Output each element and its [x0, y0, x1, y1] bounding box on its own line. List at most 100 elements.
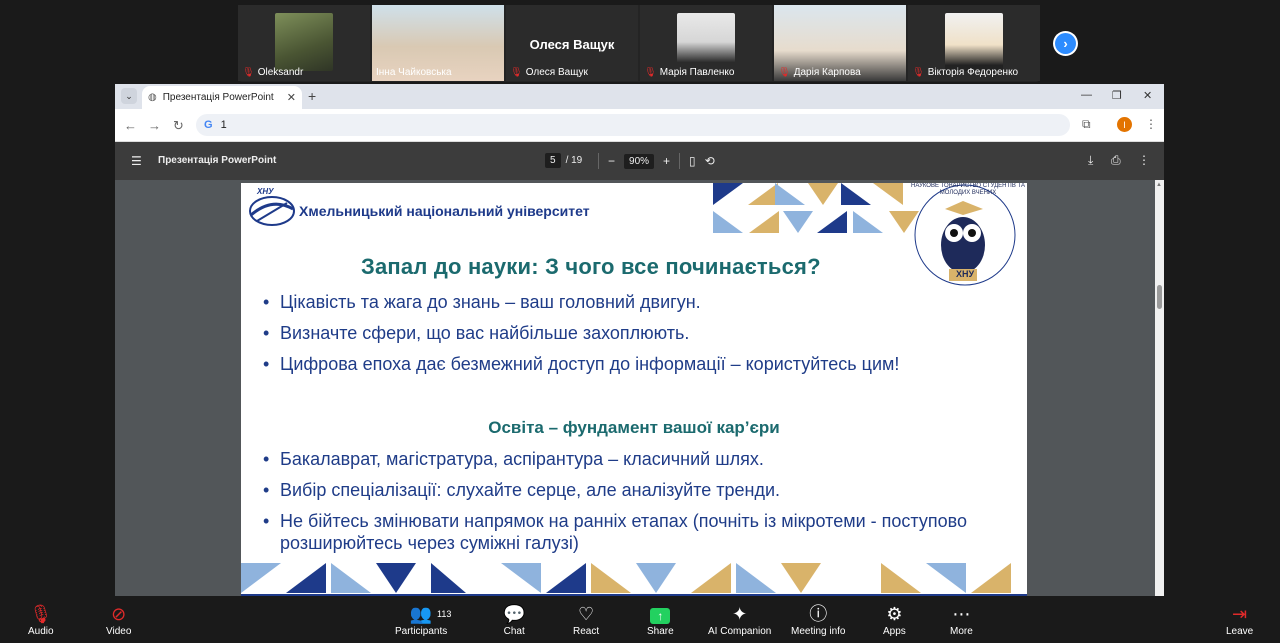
- zoom-out-icon[interactable]: −: [608, 154, 615, 168]
- leave-button[interactable]: ⇥ Leave: [1226, 602, 1253, 637]
- participant-name: Марія Павленко: [659, 67, 735, 78]
- more-dots-icon: ⋯: [952, 604, 971, 624]
- pdf-title: Презентація PowerPoint: [158, 155, 277, 166]
- info-icon: ⓘ: [809, 604, 828, 624]
- back-icon[interactable]: ←: [124, 118, 137, 133]
- participant-tile[interactable]: 🎙 Вікторія Федоренко: [908, 5, 1040, 81]
- share-screen-icon: ↑: [650, 602, 671, 626]
- bullet-item: Не бійтесь змінювати напрямок на ранніх …: [263, 510, 997, 554]
- participant-tile[interactable]: Олеся Ващук 🎙 Олеся Ващук: [506, 5, 638, 81]
- hamburger-menu-icon[interactable]: ☰: [131, 154, 142, 168]
- participant-name: Вікторія Федоренко: [927, 67, 1019, 78]
- maximize-icon[interactable]: ❐: [1112, 89, 1122, 102]
- participant-tile[interactable]: 🎙 Марія Павленко: [640, 5, 772, 81]
- participant-video: [945, 13, 1003, 71]
- pdf-scrollbar[interactable]: ▲: [1155, 180, 1164, 596]
- rotate-icon[interactable]: ⟲: [705, 154, 715, 168]
- bullet-item: Цифрова епоха дає безмежний доступ до ін…: [263, 353, 997, 375]
- share-button[interactable]: ↑ Share: [647, 602, 674, 637]
- chevron-down-icon: ⌄: [125, 90, 133, 101]
- mic-muted-icon: 🎙: [644, 67, 657, 78]
- google-icon: G: [204, 119, 213, 131]
- badge-text: НАУКОВЕ ТОВАРИСТВО СТУДЕНТІВ ТА МОЛОДИХ …: [911, 183, 1025, 196]
- apps-button[interactable]: ⚙ Apps: [883, 602, 906, 637]
- tab-title: Презентація PowerPoint: [162, 92, 274, 103]
- more-button[interactable]: ⋯ More: [950, 602, 973, 637]
- participant-name: Дарія Карпова: [793, 67, 861, 78]
- video-off-icon: ⊘: [111, 604, 127, 624]
- sparkle-icon: ✦: [732, 604, 748, 624]
- meeting-info-button[interactable]: ⓘ Meeting info: [791, 602, 845, 637]
- logo-abbrev: ХНУ: [257, 187, 274, 196]
- reload-icon[interactable]: ↻: [173, 118, 184, 134]
- bullet-item: Цікавість та жага до знань – ваш головни…: [263, 291, 997, 313]
- page-total: / 19: [565, 155, 583, 166]
- participant-strip: 🎙 Oleksandr Інна Чайковська Олеся Ващук 🎙…: [238, 5, 1040, 82]
- pdf-toolbar: ☰ Презентація PowerPoint 5 / 19 − 90% + …: [115, 142, 1164, 180]
- mic-muted-icon: 🎙: [912, 67, 925, 78]
- mic-muted-icon: 🎙: [29, 604, 53, 624]
- bullet-item: Бакалаврат, магістратура, аспірантура – …: [263, 448, 997, 470]
- page-number-input[interactable]: 5: [545, 153, 561, 168]
- bullet-item: Вибір спеціалізації: слухайте серце, але…: [263, 479, 997, 501]
- participant-tile-active-speaker[interactable]: Інна Чайковська: [372, 5, 504, 81]
- slide-subheading: Освіта – фундамент вашої кар’єри: [488, 418, 780, 437]
- participant-name: Інна Чайковська: [376, 67, 452, 78]
- audio-button[interactable]: 🎙 Audio: [28, 602, 54, 637]
- zoom-level-input[interactable]: 90%: [624, 153, 655, 169]
- video-button[interactable]: ⊘ Video: [106, 602, 131, 637]
- react-button[interactable]: ♡ React: [573, 602, 599, 637]
- participants-icon: 👥: [409, 604, 433, 624]
- participant-name: Олеся Ващук: [525, 67, 588, 78]
- forward-icon[interactable]: →: [148, 118, 161, 133]
- address-input[interactable]: G 1: [196, 114, 1070, 136]
- minimize-icon[interactable]: —: [1081, 89, 1092, 101]
- download-icon[interactable]: ⤓: [1088, 153, 1093, 168]
- apps-icon: ⚙: [886, 604, 903, 624]
- more-options-icon[interactable]: ⋮: [1138, 153, 1150, 167]
- meeting-toolbar: 🎙 Audio ⊘ Video 👥 Participants 113 💬 Cha…: [0, 597, 1280, 643]
- ai-companion-button[interactable]: ✦ AI Companion: [708, 602, 771, 637]
- decorative-pattern-bottom: [241, 563, 1027, 596]
- tab-search-button[interactable]: ⌄: [121, 88, 137, 104]
- university-name: Хмельницький національний університет: [299, 203, 590, 219]
- extensions-icon[interactable]: ⧉: [1082, 117, 1091, 132]
- participant-display-name: Олеся Ващук: [529, 37, 615, 52]
- address-text: 1: [220, 119, 227, 131]
- participant-name: Oleksandr: [257, 67, 304, 78]
- browser-tab[interactable]: ◍ Презентація PowerPoint ✕: [142, 86, 302, 109]
- bullet-item: Визначте сфери, що вас найбільше захоплю…: [263, 322, 997, 344]
- participant-video: [275, 13, 333, 71]
- participants-button[interactable]: 👥 Participants: [395, 602, 447, 637]
- chat-button[interactable]: 💬 Chat: [503, 602, 525, 637]
- heart-icon: ♡: [577, 604, 595, 624]
- kebab-menu-icon[interactable]: ⋮: [1145, 117, 1157, 131]
- slide-heading: Запал до науки: З чого все починається?: [361, 254, 821, 279]
- leave-icon: ⇥: [1232, 604, 1248, 624]
- tab-bar: ⌄ ◍ Презентація PowerPoint ✕ + — ❐ ✕: [115, 84, 1164, 109]
- chevron-right-icon: ›: [1055, 33, 1076, 54]
- mic-muted-icon: 🎙: [510, 67, 523, 78]
- participant-tile[interactable]: 🎙 Oleksandr: [238, 5, 370, 81]
- close-tab-icon[interactable]: ✕: [287, 91, 296, 104]
- participant-video: [677, 13, 735, 71]
- chat-icon: 💬: [503, 604, 526, 624]
- slide-page: ХНУ Хмельницький національний університе…: [241, 183, 1027, 596]
- zoom-in-icon[interactable]: +: [663, 154, 670, 168]
- browser-window: ⌄ ◍ Презентація PowerPoint ✕ + — ❐ ✕ ← →…: [115, 84, 1164, 596]
- mic-muted-icon: 🎙: [778, 67, 791, 78]
- participants-count: 113: [437, 609, 452, 619]
- close-window-icon[interactable]: ✕: [1143, 89, 1152, 102]
- mic-muted-icon: 🎙: [242, 67, 255, 78]
- print-icon[interactable]: ⎙: [1111, 153, 1121, 168]
- next-participants-button[interactable]: ›: [1053, 31, 1078, 56]
- participant-tile[interactable]: 🎙 Дарія Карпова: [774, 5, 906, 81]
- pdf-canvas[interactable]: ХНУ Хмельницький національний університе…: [115, 180, 1164, 596]
- fit-page-icon[interactable]: ▯: [689, 154, 696, 168]
- address-bar-row: ← → ↻ G 1 ⧉ I ⋮: [115, 109, 1164, 142]
- scrollbar-thumb[interactable]: [1157, 285, 1162, 309]
- profile-avatar[interactable]: I: [1117, 117, 1132, 132]
- scroll-up-icon[interactable]: ▲: [1156, 182, 1162, 188]
- globe-icon: ◍: [148, 92, 157, 103]
- new-tab-button[interactable]: +: [308, 88, 316, 104]
